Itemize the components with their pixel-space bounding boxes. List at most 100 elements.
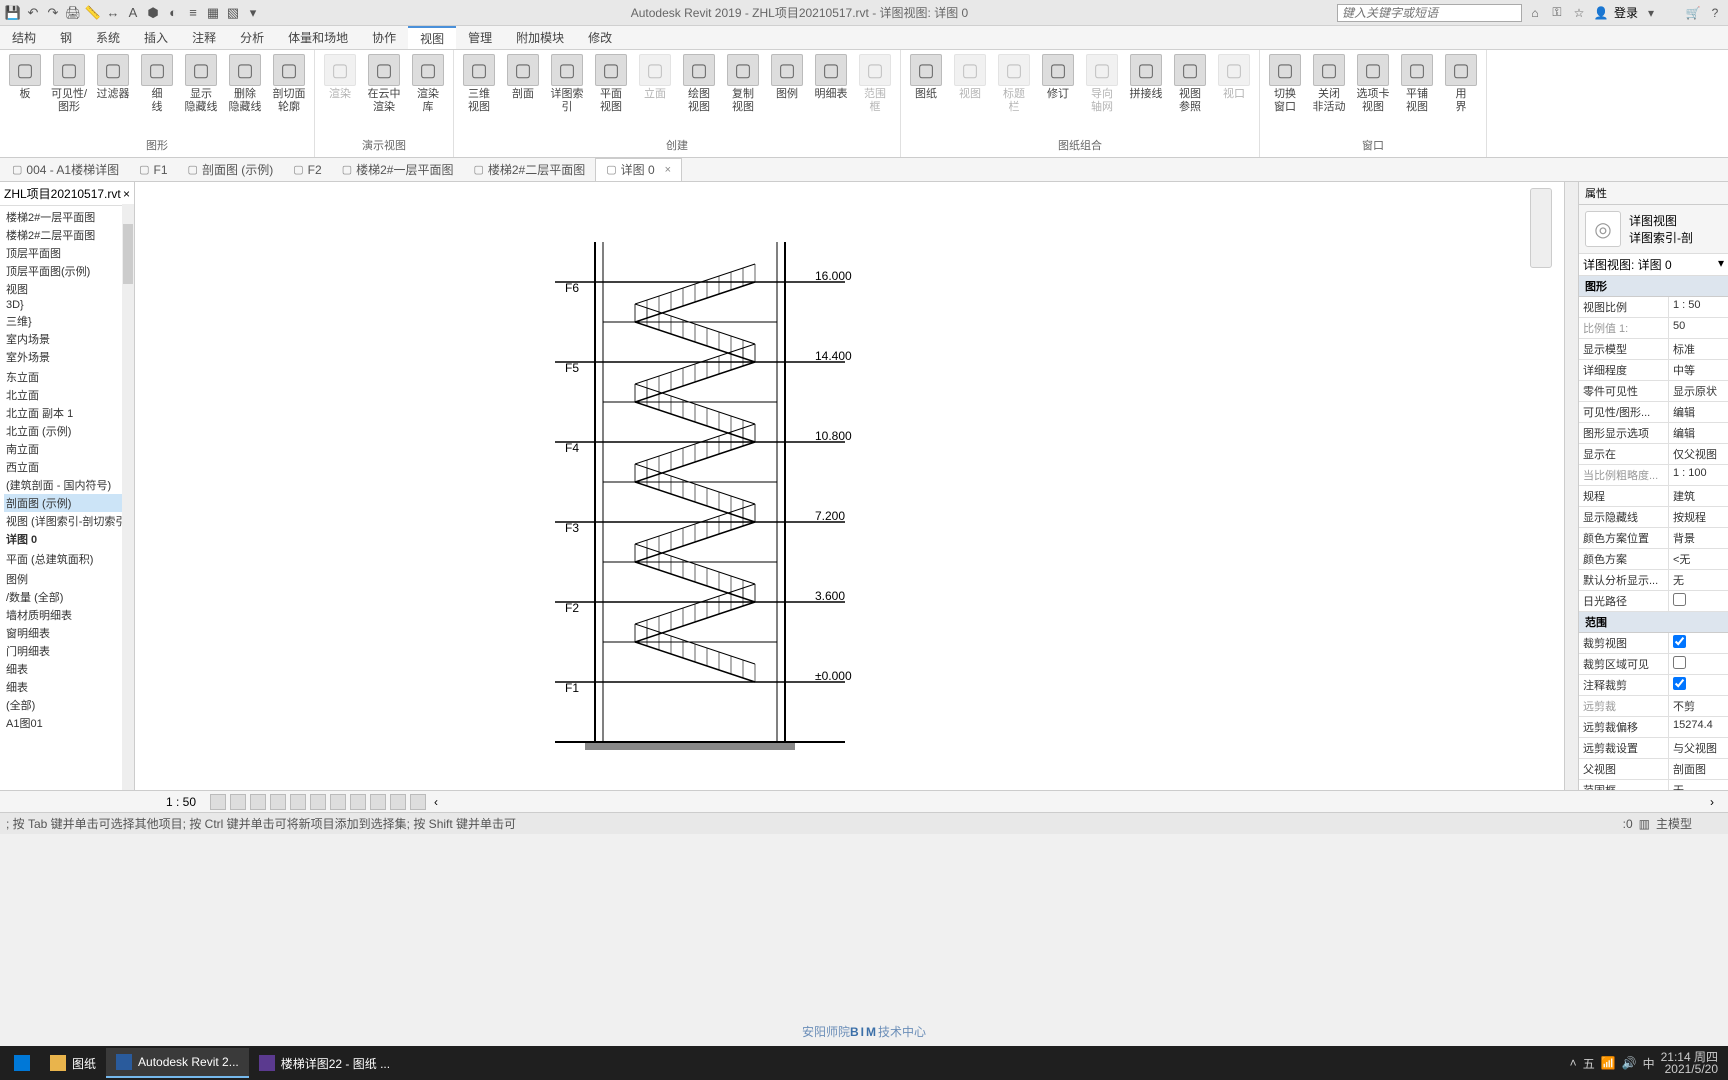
browser-item[interactable]: 顶层平面图(示例) xyxy=(4,262,134,280)
property-row[interactable]: 颜色方案<无 xyxy=(1579,549,1728,570)
ribbon-button[interactable]: ▢用界 xyxy=(1440,52,1482,135)
property-checkbox[interactable] xyxy=(1673,677,1686,690)
browser-item[interactable]: 顶层平面图 xyxy=(4,244,134,262)
ribbon-button[interactable]: ▢详图索引 xyxy=(546,52,588,135)
tray-up-icon[interactable]: ˄ xyxy=(1570,1056,1577,1070)
browser-item[interactable]: 窗明细表 xyxy=(4,624,134,642)
property-row[interactable]: 比例值 1:50 xyxy=(1579,318,1728,339)
browser-item[interactable]: 细表 xyxy=(4,660,134,678)
browser-item[interactable]: 北立面 (示例) xyxy=(4,422,134,440)
print-icon[interactable]: 🖨 xyxy=(64,4,82,22)
tab-modify[interactable]: 修改 xyxy=(576,26,624,49)
property-value[interactable]: <无 xyxy=(1669,549,1728,569)
model-label[interactable]: 主模型 xyxy=(1656,815,1692,832)
ribbon-button[interactable]: ▢剖切面轮廓 xyxy=(268,52,310,135)
hide-icon[interactable] xyxy=(330,794,346,810)
property-value[interactable]: 中等 xyxy=(1669,360,1728,380)
property-value[interactable] xyxy=(1669,654,1728,674)
property-row[interactable]: 颜色方案位置背景 xyxy=(1579,528,1728,549)
ribbon-button[interactable]: ▢三维视图 xyxy=(458,52,500,135)
star-icon[interactable]: ☆ xyxy=(1570,4,1588,22)
tray-net-icon[interactable]: 📶 xyxy=(1601,1056,1616,1070)
browser-item[interactable]: (全部) xyxy=(4,696,134,714)
reveal-icon[interactable] xyxy=(350,794,366,810)
undo-icon[interactable]: ↶ xyxy=(24,4,42,22)
property-value[interactable]: 15274.4 xyxy=(1669,717,1728,737)
cart-icon[interactable]: 🛒 xyxy=(1684,4,1702,22)
analytic-icon[interactable] xyxy=(390,794,406,810)
property-value[interactable]: 无 xyxy=(1669,570,1728,590)
property-row[interactable]: 零件可见性显示原状 xyxy=(1579,381,1728,402)
document-tab[interactable]: ▢剖面图 (示例) xyxy=(178,159,284,181)
browser-item[interactable]: 室内场景 xyxy=(4,330,134,348)
ribbon-button[interactable]: ▢剖面 xyxy=(502,52,544,135)
tray-ime-icon[interactable]: 五 xyxy=(1583,1055,1595,1072)
ribbon-button[interactable]: ▢图例 xyxy=(766,52,808,135)
tray-lang-icon[interactable]: 中 xyxy=(1643,1055,1655,1072)
tab-analyze[interactable]: 分析 xyxy=(228,26,276,49)
properties-selector[interactable]: 详图视图: 详图 0▾ xyxy=(1579,254,1728,276)
tab-view[interactable]: 视图 xyxy=(408,26,456,49)
ribbon-button[interactable]: ▢拼接线 xyxy=(1125,52,1167,135)
property-value[interactable]: 1 : 100 xyxy=(1669,465,1728,485)
tab-structure[interactable]: 结构 xyxy=(0,26,48,49)
browser-scrollbar[interactable] xyxy=(122,204,134,790)
ribbon-button[interactable]: ▢选项卡视图 xyxy=(1352,52,1394,135)
browser-item[interactable]: 细表 xyxy=(4,678,134,696)
property-row[interactable]: 裁剪区域可见 xyxy=(1579,654,1728,675)
property-value[interactable]: 50 xyxy=(1669,318,1728,338)
property-row[interactable]: 远剪裁偏移15274.4 xyxy=(1579,717,1728,738)
ribbon-button[interactable]: ▢可见性/图形 xyxy=(48,52,90,135)
ribbon-button[interactable]: ▢图纸 xyxy=(905,52,947,135)
search-input[interactable] xyxy=(1337,4,1522,22)
ribbon-button[interactable]: ▢视图参照 xyxy=(1169,52,1211,135)
property-value[interactable]: 显示原状 xyxy=(1669,381,1728,401)
tab-collab[interactable]: 协作 xyxy=(360,26,408,49)
ribbon-button[interactable]: ▢渲染库 xyxy=(407,52,449,135)
drawing-canvas[interactable]: 16.000F616.00014.400F514.40010.800F410.8… xyxy=(135,182,1564,790)
crop-icon[interactable] xyxy=(290,794,306,810)
text-icon[interactable]: A xyxy=(124,4,142,22)
switch-window-icon[interactable]: ▧ xyxy=(224,4,242,22)
property-checkbox[interactable] xyxy=(1673,656,1686,669)
property-checkbox[interactable] xyxy=(1673,593,1686,606)
property-value[interactable]: 标准 xyxy=(1669,339,1728,359)
browser-item[interactable]: 3D} xyxy=(4,298,134,312)
visual-style-icon[interactable] xyxy=(230,794,246,810)
property-row[interactable]: 默认分析显示...无 xyxy=(1579,570,1728,591)
shadow-icon[interactable] xyxy=(270,794,286,810)
system-tray[interactable]: ˄ 五 📶 🔊 中 21:14 周四 2021/5/20 xyxy=(1570,1051,1724,1075)
start-button[interactable] xyxy=(4,1048,40,1078)
property-row[interactable]: 注释裁剪 xyxy=(1579,675,1728,696)
canvas-scrollbar[interactable] xyxy=(1564,182,1578,790)
property-row[interactable]: 可见性/图形...编辑 xyxy=(1579,402,1728,423)
property-row[interactable]: 详细程度中等 xyxy=(1579,360,1728,381)
thin-lines-icon[interactable]: ≡ xyxy=(184,4,202,22)
property-value[interactable]: 背景 xyxy=(1669,528,1728,548)
taskbar-clock[interactable]: 21:14 周四 2021/5/20 xyxy=(1661,1051,1718,1075)
tab-manage[interactable]: 管理 xyxy=(456,26,504,49)
ribbon-button[interactable]: ▢平铺视图 xyxy=(1396,52,1438,135)
ribbon-button[interactable]: ▢过滤器 xyxy=(92,52,134,135)
property-row[interactable]: 当比例粗略度...1 : 100 xyxy=(1579,465,1728,486)
close-icon[interactable]: × xyxy=(123,187,130,201)
property-row[interactable]: 裁剪视图 xyxy=(1579,633,1728,654)
browser-item[interactable]: 南立面 xyxy=(4,440,134,458)
save-icon[interactable]: 💾 xyxy=(4,4,22,22)
browser-item[interactable]: 东立面 xyxy=(4,368,134,386)
property-row[interactable]: 远剪裁不剪 xyxy=(1579,696,1728,717)
browser-item[interactable]: 平面 (总建筑面积) xyxy=(4,550,134,568)
tray-vol-icon[interactable]: 🔊 xyxy=(1622,1056,1637,1070)
tab-insert[interactable]: 插入 xyxy=(132,26,180,49)
close-hidden-icon[interactable]: ▦ xyxy=(204,4,222,22)
browser-item[interactable]: 楼梯2#一层平面图 xyxy=(4,208,134,226)
document-tab[interactable]: ▢F2 xyxy=(283,159,331,181)
infocenter-icon[interactable]: ⌂ xyxy=(1526,4,1544,22)
property-value[interactable]: 按规程 xyxy=(1669,507,1728,527)
redo-icon[interactable]: ↷ xyxy=(44,4,62,22)
browser-item[interactable]: 三维} xyxy=(4,312,134,330)
browser-item[interactable]: 室外场景 xyxy=(4,348,134,366)
navigation-bar[interactable] xyxy=(1530,188,1552,268)
user-icon[interactable]: 👤 xyxy=(1592,4,1610,22)
property-row[interactable]: 图形显示选项编辑 xyxy=(1579,423,1728,444)
